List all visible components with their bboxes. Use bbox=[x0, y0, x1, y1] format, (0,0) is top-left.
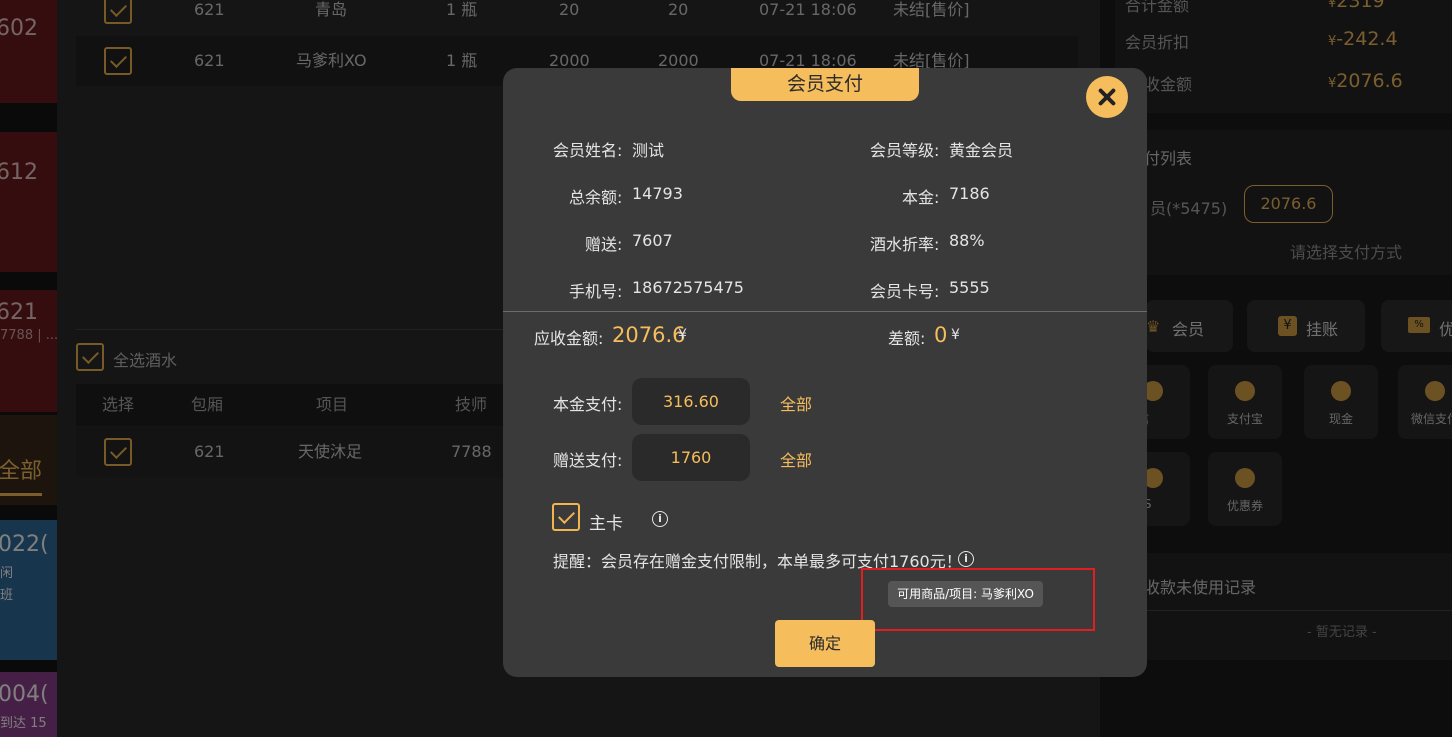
close-icon[interactable] bbox=[1086, 76, 1128, 118]
principal-pay-input[interactable]: 316.60 bbox=[632, 378, 750, 425]
member-name-label: 会员姓名: bbox=[553, 141, 623, 160]
total-balance-value: 14793 bbox=[632, 184, 683, 203]
modal-divider bbox=[503, 311, 1147, 312]
difference-value: 0 bbox=[934, 323, 948, 347]
principal-pay-label: 本金支付: bbox=[553, 395, 623, 414]
currency-sign: ¥ bbox=[951, 327, 960, 343]
total-balance-label: 总余额: bbox=[569, 188, 623, 207]
principal-value: 7186 bbox=[949, 184, 990, 203]
principal-pay-all-link[interactable]: 全部 bbox=[780, 391, 812, 415]
main-card-checkbox[interactable] bbox=[552, 503, 580, 531]
info-icon[interactable]: i bbox=[958, 551, 974, 567]
confirm-button[interactable]: 确定 bbox=[775, 620, 875, 667]
currency-sign: ¥ bbox=[678, 327, 687, 343]
phone-label: 手机号: bbox=[569, 282, 623, 301]
phone-value: 18672575475 bbox=[632, 278, 744, 297]
difference-label: 差额: bbox=[888, 329, 926, 348]
modal-receivable-label: 应收金额: bbox=[534, 329, 604, 348]
info-icon[interactable]: i bbox=[652, 511, 668, 527]
gift-pay-all-link[interactable]: 全部 bbox=[780, 447, 812, 471]
modal-title: 会员支付 bbox=[731, 68, 919, 101]
drink-rate-value: 88% bbox=[949, 231, 985, 250]
gift-label: 赠送: bbox=[585, 235, 623, 254]
main-card-label: 主卡 bbox=[589, 514, 623, 534]
member-name-value: 测试 bbox=[632, 141, 665, 160]
gift-value: 7607 bbox=[632, 231, 673, 250]
drink-rate-label: 酒水折率: bbox=[870, 235, 940, 254]
card-number-label: 会员卡号: bbox=[870, 282, 940, 301]
member-level-label: 会员等级: bbox=[870, 141, 940, 160]
principal-label: 本金: bbox=[902, 188, 940, 207]
gift-pay-label: 赠送支付: bbox=[553, 451, 623, 470]
card-number-value: 5555 bbox=[949, 278, 990, 297]
modal-receivable-value: 2076.6 bbox=[612, 323, 686, 347]
gift-pay-input[interactable]: 1760 bbox=[632, 434, 750, 481]
highlight-box bbox=[861, 568, 1095, 631]
member-level-value: 黄金会员 bbox=[949, 141, 1014, 160]
